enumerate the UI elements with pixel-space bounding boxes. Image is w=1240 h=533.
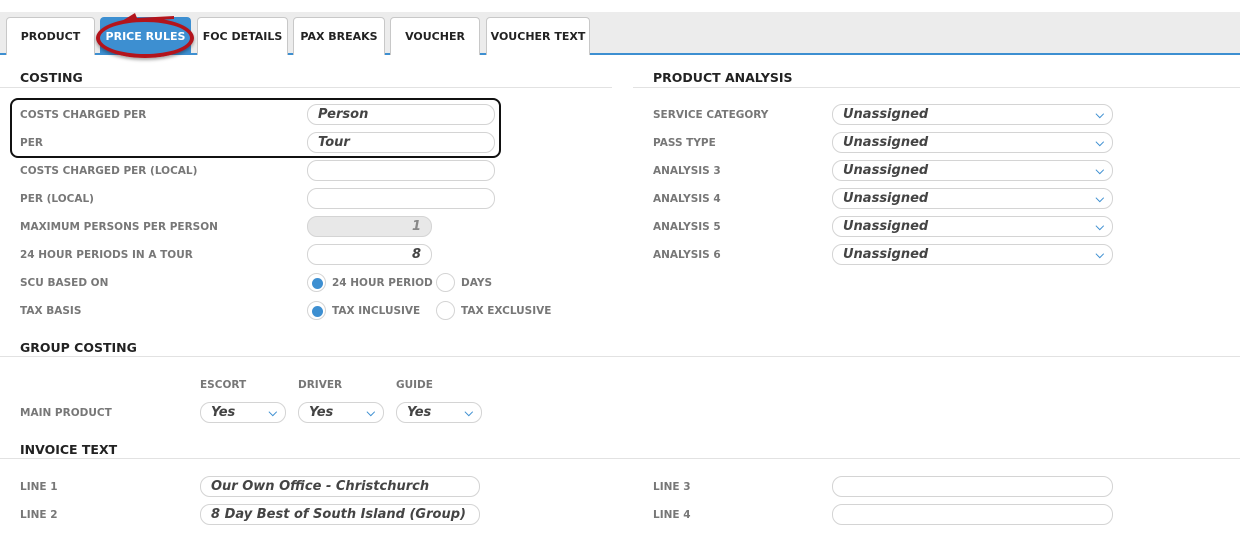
line-3-label: LINE 3 <box>653 481 691 493</box>
group-costing-section-title: GROUP COSTING <box>20 340 137 355</box>
scu-days-label: DAYS <box>461 277 493 289</box>
product-analysis-section-title: PRODUCT ANALYSIS <box>653 70 793 85</box>
analysis-4-select[interactable]: Unassigned ⌵ <box>832 188 1113 209</box>
chevron-down-icon: ⌵ <box>1095 248 1104 261</box>
driver-select[interactable]: Yes ⌵ <box>298 402 384 423</box>
costing-section-title: COSTING <box>20 70 83 85</box>
guide-column-label: GUIDE <box>396 379 433 391</box>
analysis-5-label: ANALYSIS 5 <box>653 221 721 233</box>
escort-column-label: ESCORT <box>200 379 247 391</box>
chevron-down-icon: ⌵ <box>366 406 375 419</box>
tab-foc-details[interactable]: FOC DETAILS <box>197 17 288 55</box>
tab-price-rules[interactable]: PRICE RULES <box>100 17 191 55</box>
guide-value: Yes <box>407 405 432 420</box>
service-category-value: Unassigned <box>843 107 929 122</box>
driver-value: Yes <box>309 405 334 420</box>
guide-select[interactable]: Yes ⌵ <box>396 402 482 423</box>
analysis-4-label: ANALYSIS 4 <box>653 193 721 205</box>
main-product-label: MAIN PRODUCT <box>20 407 112 419</box>
chevron-down-icon: ⌵ <box>268 406 277 419</box>
line-2-field[interactable]: 8 Day Best of South Island (Group) <box>200 504 480 525</box>
costing-divider <box>0 87 612 88</box>
scu-24-hour-radio[interactable] <box>307 273 326 292</box>
pass-type-label: PASS TYPE <box>653 137 716 149</box>
tax-inclusive-radio[interactable] <box>307 301 326 320</box>
chevron-down-icon: ⌵ <box>1095 108 1104 121</box>
analysis-6-label: ANALYSIS 6 <box>653 249 721 261</box>
chevron-down-icon: ⌵ <box>1095 136 1104 149</box>
tax-exclusive-label: TAX EXCLUSIVE <box>461 305 552 317</box>
chevron-down-icon: ⌵ <box>1095 164 1104 177</box>
analysis-4-value: Unassigned <box>843 191 929 206</box>
pass-type-select[interactable]: Unassigned ⌵ <box>832 132 1113 153</box>
chevron-down-icon: ⌵ <box>464 406 473 419</box>
scu-based-on-label: SCU BASED ON <box>20 277 109 289</box>
per-field[interactable]: Tour <box>307 132 495 153</box>
tax-basis-label: TAX BASIS <box>20 305 82 317</box>
analysis-6-value: Unassigned <box>843 247 929 262</box>
invoice-text-section-title: INVOICE TEXT <box>20 442 118 457</box>
line-2-label: LINE 2 <box>20 509 58 521</box>
tab-voucher-text[interactable]: VOUCHER TEXT <box>486 17 590 55</box>
analysis-6-select[interactable]: Unassigned ⌵ <box>832 244 1113 265</box>
tab-voucher[interactable]: VOUCHER <box>390 17 480 55</box>
max-persons-label: MAXIMUM PERSONS PER PERSON <box>20 221 218 233</box>
escort-value: Yes <box>211 405 236 420</box>
tax-inclusive-label: TAX INCLUSIVE <box>332 305 421 317</box>
analysis-3-label: ANALYSIS 3 <box>653 165 721 177</box>
tab-product[interactable]: PRODUCT <box>6 17 95 55</box>
periods-field[interactable]: 8 <box>307 244 432 265</box>
max-persons-field: 1 <box>307 216 432 237</box>
analysis-5-select[interactable]: Unassigned ⌵ <box>832 216 1113 237</box>
service-category-label: SERVICE CATEGORY <box>653 109 769 121</box>
pass-type-value: Unassigned <box>843 135 929 150</box>
line-1-label: LINE 1 <box>20 481 58 493</box>
line-4-label: LINE 4 <box>653 509 691 521</box>
chevron-down-icon: ⌵ <box>1095 192 1104 205</box>
scu-days-radio[interactable] <box>436 273 455 292</box>
tab-bar: PRODUCT PRICE RULES FOC DETAILS PAX BREA… <box>0 12 1240 55</box>
periods-label: 24 HOUR PERIODS IN A TOUR <box>20 249 193 261</box>
product-analysis-divider <box>633 87 1240 88</box>
group-costing-divider <box>0 356 1240 357</box>
scu-24-hour-label: 24 HOUR PERIOD <box>332 277 433 289</box>
escort-select[interactable]: Yes ⌵ <box>200 402 286 423</box>
tax-exclusive-radio[interactable] <box>436 301 455 320</box>
line-1-field[interactable]: Our Own Office - Christchurch <box>200 476 480 497</box>
tab-pax-breaks[interactable]: PAX BREAKS <box>293 17 385 55</box>
chevron-down-icon: ⌵ <box>1095 220 1104 233</box>
per-local-label: PER (LOCAL) <box>20 193 94 205</box>
driver-column-label: DRIVER <box>298 379 343 391</box>
analysis-3-value: Unassigned <box>843 163 929 178</box>
per-label: PER <box>20 137 43 149</box>
analysis-5-value: Unassigned <box>843 219 929 234</box>
line-4-field[interactable] <box>832 504 1113 525</box>
service-category-select[interactable]: Unassigned ⌵ <box>832 104 1113 125</box>
invoice-text-divider <box>0 458 1240 459</box>
per-local-field[interactable] <box>307 188 495 209</box>
analysis-3-select[interactable]: Unassigned ⌵ <box>832 160 1113 181</box>
costs-charged-per-local-field[interactable] <box>307 160 495 181</box>
line-3-field[interactable] <box>832 476 1113 497</box>
costs-charged-per-label: COSTS CHARGED PER <box>20 109 147 121</box>
costs-charged-per-local-label: COSTS CHARGED PER (LOCAL) <box>20 165 198 177</box>
costs-charged-per-field[interactable]: Person <box>307 104 495 125</box>
